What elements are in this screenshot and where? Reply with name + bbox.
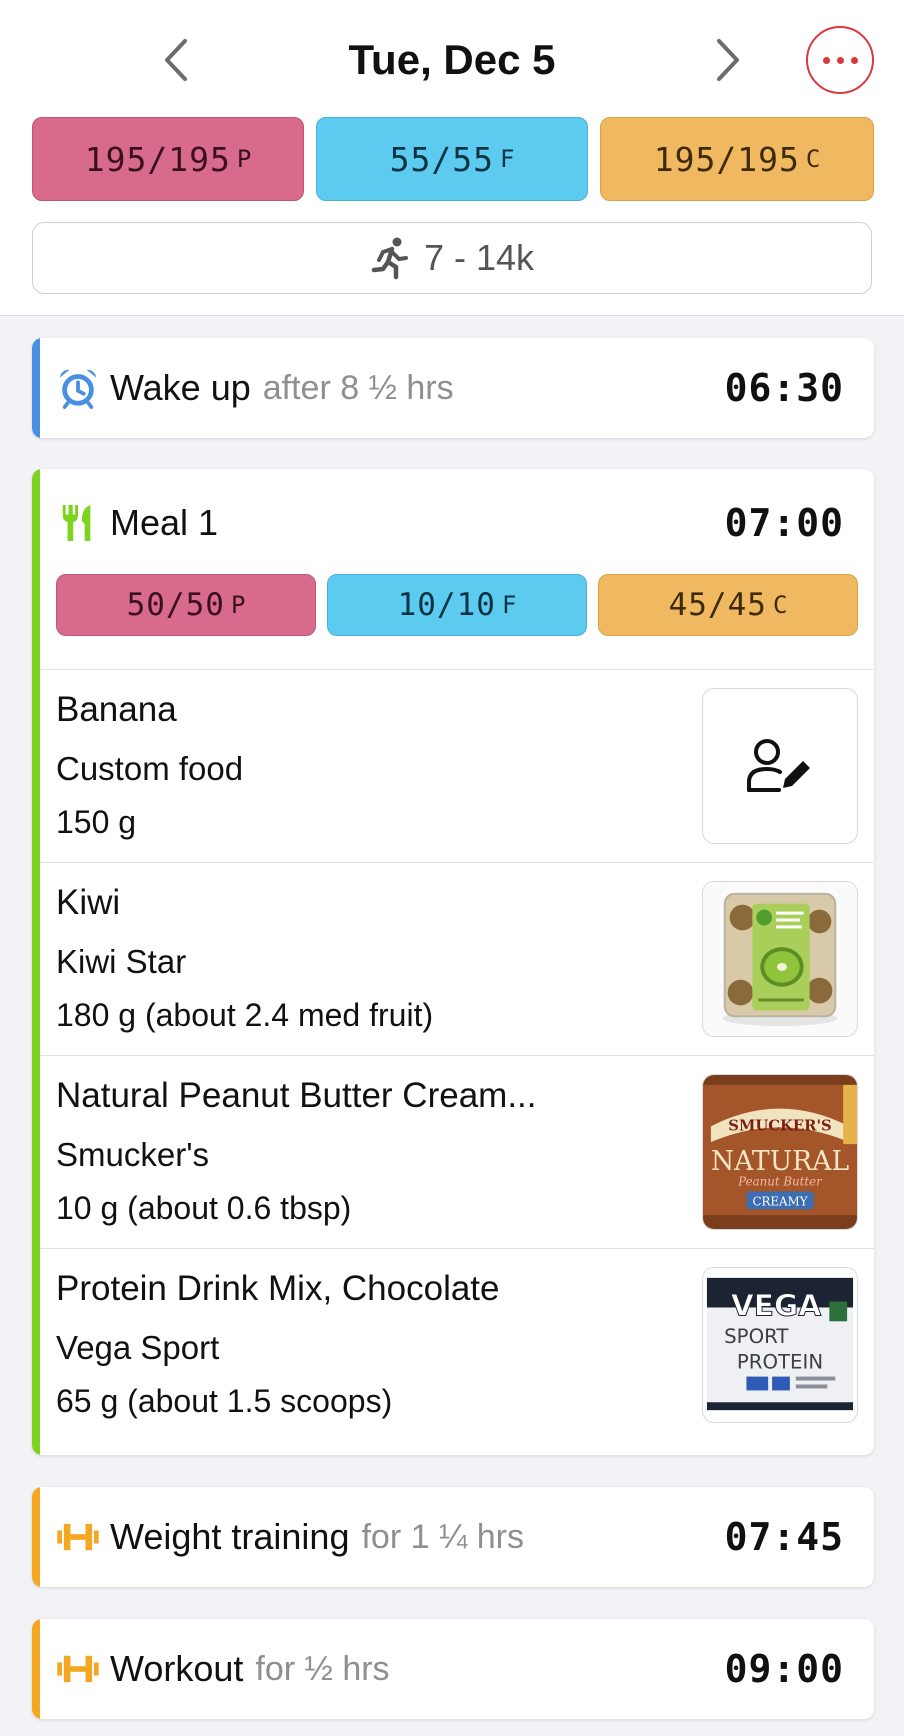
meal-protein-unit: P <box>230 591 246 619</box>
food-item[interactable]: Kiwi Kiwi Star 180 g (about 2.4 med frui… <box>40 862 874 1055</box>
next-day-button[interactable] <box>698 30 758 90</box>
event-duration: for 1 ¼ hrs <box>361 1517 524 1556</box>
food-name: Natural Peanut Butter Cream... <box>56 1076 537 1115</box>
alarm-clock-icon <box>56 366 100 410</box>
event-color-bar <box>32 1619 40 1719</box>
svg-text:CREAMY: CREAMY <box>752 1194 807 1208</box>
step-goal-button[interactable]: 7 - 14k <box>32 222 872 294</box>
food-thumbnail[interactable] <box>702 688 858 844</box>
svg-text:SMUCKER'S: SMUCKER'S <box>728 1117 831 1134</box>
previous-day-button[interactable] <box>146 30 206 90</box>
meal-header[interactable]: Meal 1 07:00 <box>56 493 844 553</box>
daily-carbs-unit: C <box>805 145 821 173</box>
meal-card: Meal 1 07:00 50/50 P 10/10 F 45/45 C Banana… <box>32 469 874 1455</box>
meal-protein-value: 50/50 <box>126 587 225 623</box>
food-item[interactable]: Protein Drink Mix, Chocolate Vega Sport … <box>40 1248 874 1441</box>
event-title: Weight training <box>110 1516 350 1557</box>
svg-text:Peanut Butter: Peanut Butter <box>737 1175 823 1189</box>
food-brand: Kiwi Star <box>56 943 187 980</box>
daily-protein-unit: P <box>236 145 252 173</box>
kiwi-package-image <box>703 882 857 1036</box>
food-brand: Custom food <box>56 750 244 787</box>
daily-fat-value: 55/55 <box>389 139 494 179</box>
food-name: Banana <box>56 690 177 729</box>
chevron-left-icon <box>165 39 187 81</box>
event-color-bar <box>32 469 40 1455</box>
meal-fat-unit: F <box>501 591 517 619</box>
page-title: Tue, Dec 5 <box>348 36 556 83</box>
food-brand: Smucker's <box>56 1136 209 1173</box>
food-amount: 65 g (about 1.5 scoops) <box>56 1383 393 1419</box>
custom-food-user-edit-icon <box>747 739 810 792</box>
food-amount: 150 g <box>56 804 137 840</box>
ellipsis-icon <box>822 56 830 64</box>
svg-text:NATURAL: NATURAL <box>711 1146 850 1177</box>
meal-fat-value: 10/10 <box>397 587 496 623</box>
svg-text:VEGA: VEGA <box>731 1288 821 1322</box>
event-time: 09:00 <box>724 1647 844 1691</box>
food-item[interactable]: Banana Custom food 150 g <box>40 669 874 862</box>
dumbbell-icon <box>56 1647 100 1691</box>
food-amount: 180 g (about 2.4 med fruit) <box>56 997 434 1033</box>
food-item[interactable]: Natural Peanut Butter Cream... Smucker's… <box>40 1055 874 1248</box>
protein-tub-image: VEGA SPORT PROTEIN <box>703 1268 857 1422</box>
food-brand: Vega Sport <box>56 1329 220 1366</box>
meal-title: Meal 1 <box>110 502 219 543</box>
food-thumbnail[interactable] <box>702 881 858 1037</box>
event-title: Workout <box>110 1648 244 1689</box>
daily-protein-badge[interactable]: 195/195 P <box>32 117 304 201</box>
meal-carbs-unit: C <box>772 591 788 619</box>
food-thumbnail[interactable]: VEGA SPORT PROTEIN <box>702 1267 858 1423</box>
event-time: 06:30 <box>724 366 844 410</box>
food-name: Kiwi <box>56 883 121 922</box>
meal-protein-badge[interactable]: 50/50 P <box>56 574 316 636</box>
day-header: Tue, Dec 5 195/195 P 55/55 F 195/195 C 7 - … <box>0 0 904 316</box>
runner-icon <box>371 237 408 280</box>
meal-fat-badge[interactable]: 10/10 F <box>327 574 587 636</box>
meal-time: 07:00 <box>724 501 844 545</box>
peanut-butter-jar-image: SMUCKER'S NATURAL Peanut Butter CREAMY <box>703 1075 857 1229</box>
daily-carbs-value: 195/195 <box>653 139 800 179</box>
meal-carbs-badge[interactable]: 45/45 C <box>598 574 858 636</box>
fork-knife-icon <box>56 501 100 545</box>
daily-protein-value: 195/195 <box>84 139 231 179</box>
event-title: Wake up <box>110 367 251 408</box>
event-duration: for ½ hrs <box>255 1649 390 1688</box>
meal-carbs-value: 45/45 <box>668 587 767 623</box>
more-options-button[interactable] <box>806 26 874 94</box>
food-amount: 10 g (about 0.6 tbsp) <box>56 1190 352 1226</box>
dumbbell-icon <box>56 1515 100 1559</box>
event-color-bar <box>32 1487 40 1587</box>
svg-text:PROTEIN: PROTEIN <box>737 1351 823 1374</box>
wake-up-card[interactable]: Wake up after 8 ½ hrs 06:30 <box>32 338 874 438</box>
daily-fat-badge[interactable]: 55/55 F <box>316 117 588 201</box>
event-time: 07:45 <box>724 1515 844 1559</box>
daily-carbs-badge[interactable]: 195/195 C <box>600 117 874 201</box>
event-duration: after 8 ½ hrs <box>262 368 454 407</box>
chevron-right-icon <box>717 39 739 81</box>
event-color-bar <box>32 338 40 438</box>
step-goal-label: 7 - 14k <box>423 237 535 278</box>
food-thumbnail[interactable]: SMUCKER'S NATURAL Peanut Butter CREAMY <box>702 1074 858 1230</box>
food-name: Protein Drink Mix, Chocolate <box>56 1269 500 1308</box>
workout-card[interactable]: Workout for ½ hrs 09:00 <box>32 1619 874 1719</box>
weight-training-card[interactable]: Weight training for 1 ¼ hrs 07:45 <box>32 1487 874 1587</box>
svg-text:SPORT: SPORT <box>724 1325 789 1348</box>
daily-fat-unit: F <box>499 145 515 173</box>
